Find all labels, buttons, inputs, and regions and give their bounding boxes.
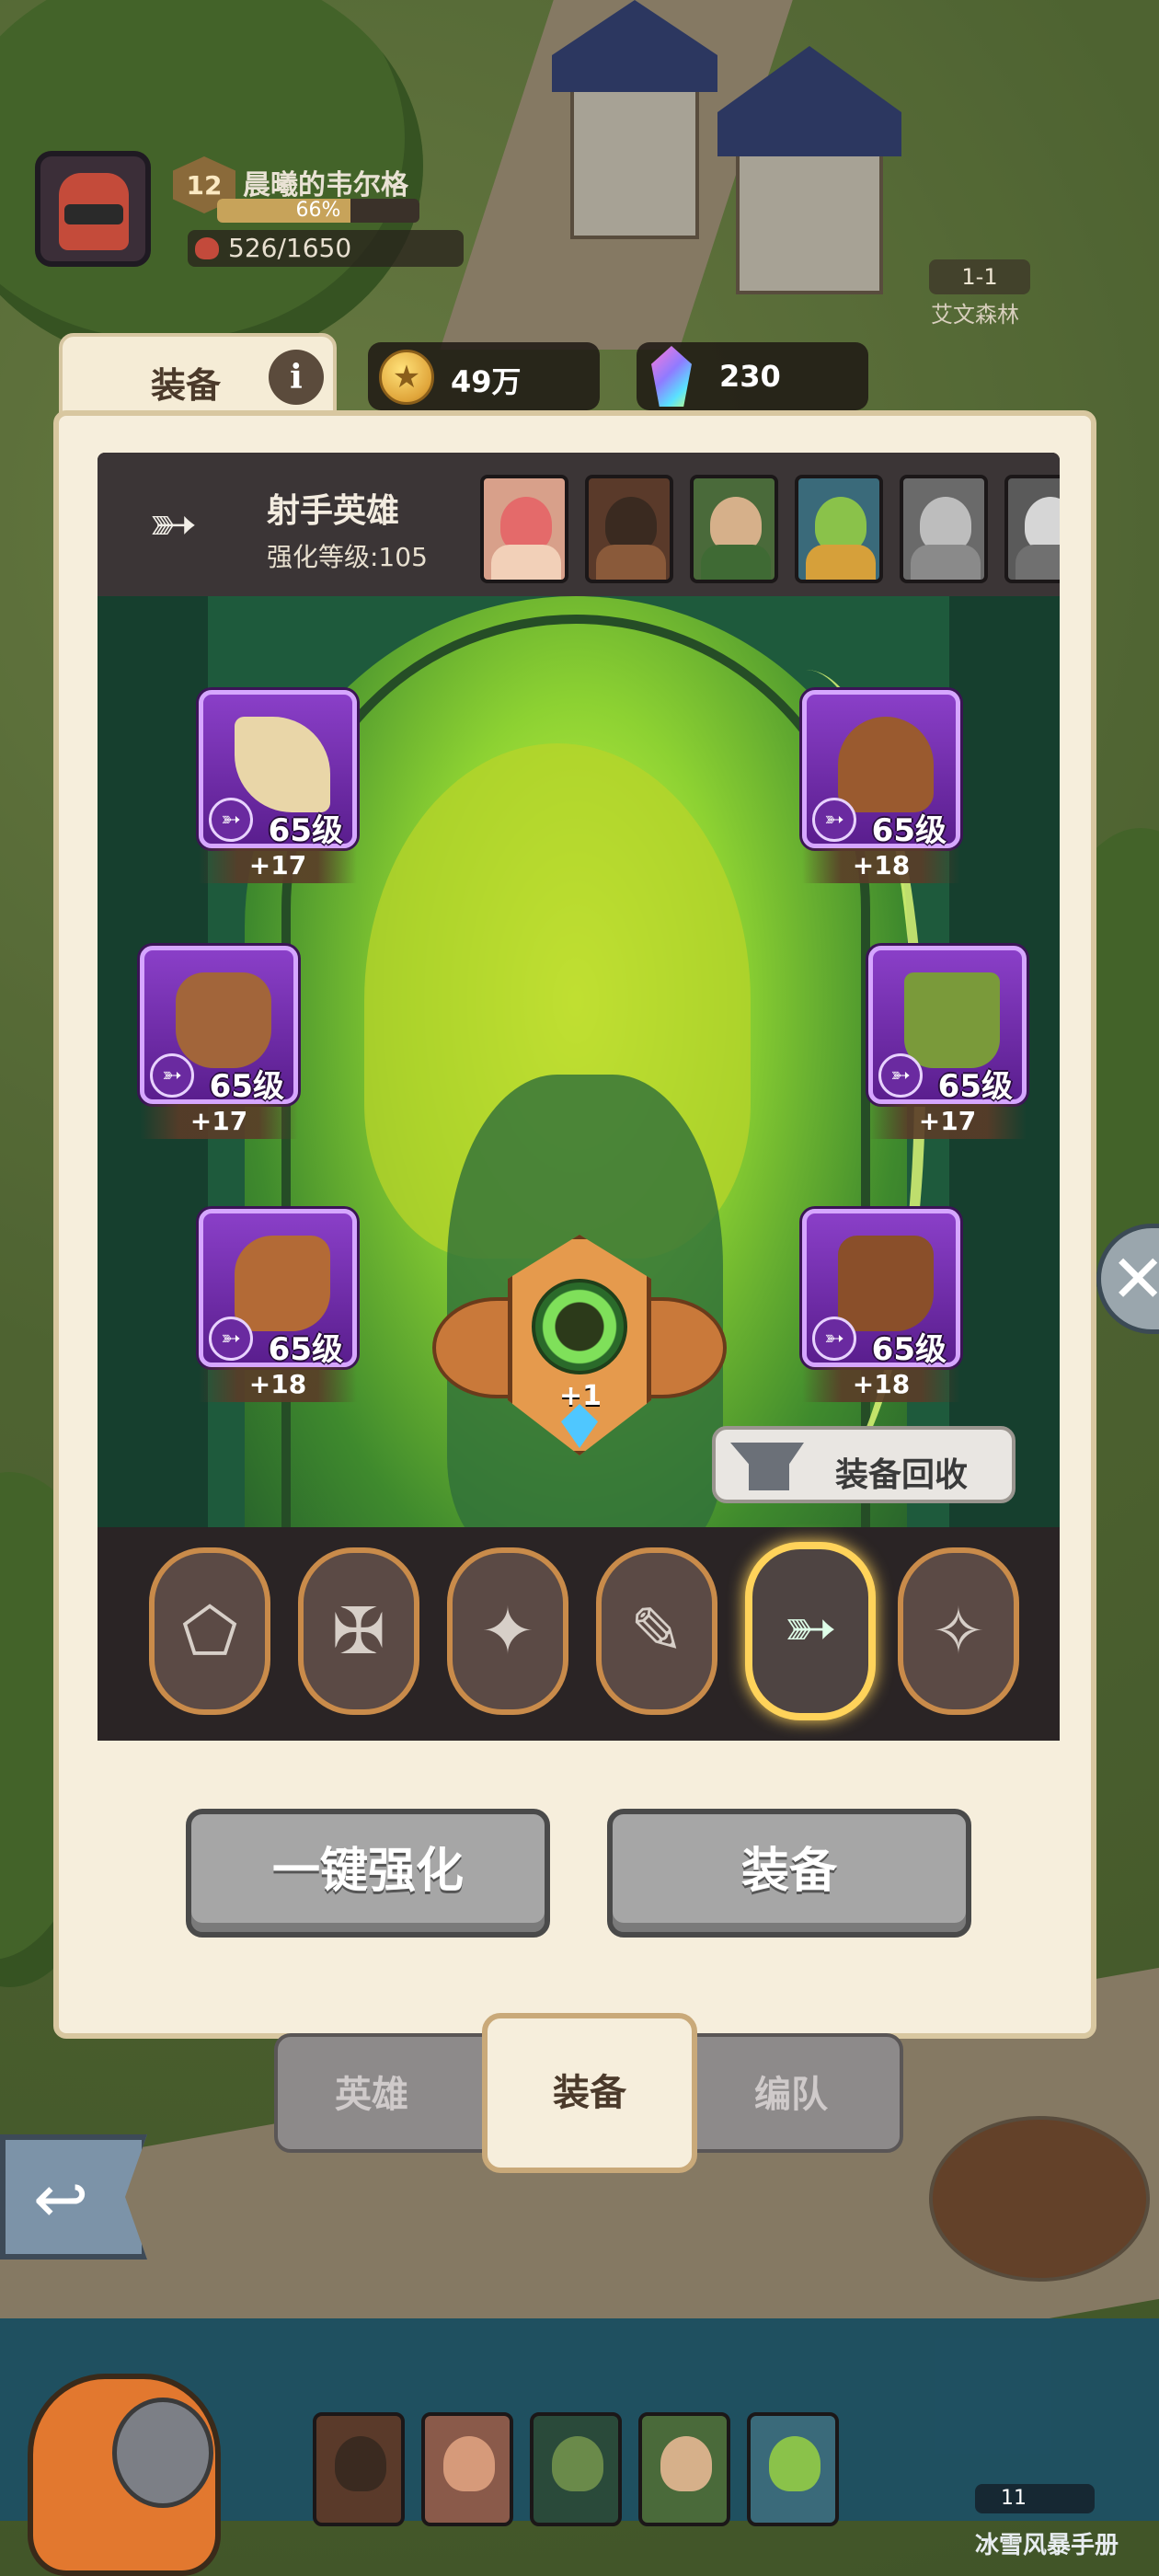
back-arrow-icon: ↩ (33, 2160, 89, 2237)
bottom-tab-bar: 英雄 装备 编队 (274, 2013, 903, 2173)
helmet-icon (112, 2398, 213, 2508)
leaf-armor-icon (176, 972, 271, 1068)
team-hero-5[interactable] (747, 2412, 839, 2526)
hero-portrait-strip (480, 475, 1060, 583)
hero-portrait-3[interactable] (690, 475, 778, 583)
info-icon[interactable]: i (269, 350, 324, 405)
item-level: 65级 (871, 1331, 947, 1368)
archer-class-icon: ➳ (150, 1053, 194, 1098)
filter-axe-icon[interactable]: ✠ (298, 1547, 419, 1715)
item-enhance-plus: +18 (802, 1367, 960, 1402)
hero-class-name: 射手英雄 (267, 492, 400, 530)
team-hero-1[interactable] (313, 2412, 405, 2526)
gold-counter[interactable]: ★ 49万 (368, 342, 600, 410)
gem-counter[interactable]: 230 (637, 342, 868, 410)
hero-portrait-1[interactable] (480, 475, 568, 583)
filter-shield-icon[interactable]: ⬠ (149, 1547, 270, 1715)
enhance-level: 强化等级:105 (267, 542, 428, 572)
archer-class-icon: ➳ (812, 1317, 856, 1361)
filter-bow-icon[interactable]: ➳ (745, 1542, 876, 1720)
item-level: 65级 (937, 1068, 1013, 1105)
archer-class-icon: ➳ (209, 798, 253, 842)
panel-tab-title: 装备 i (59, 333, 337, 418)
item-enhance-plus: +18 (199, 1367, 357, 1402)
filter-shuriken-icon[interactable]: ✦ (447, 1547, 568, 1715)
equip-slot-gloves[interactable]: ➳ 65级 +18 (199, 1209, 357, 1402)
filter-staff-icon[interactable]: ✎ (596, 1547, 717, 1715)
item-enhance-plus: +17 (140, 1104, 298, 1139)
hero-portrait-4[interactable] (795, 475, 883, 583)
item-enhance-plus: +18 (802, 848, 960, 883)
equip-slot-amulet[interactable]: +1 (432, 1224, 727, 1500)
item-level: 65级 (268, 1331, 343, 1368)
equipment-recycle-button[interactable]: 装备回收 (712, 1426, 1016, 1503)
archer-class-icon: ➳ (148, 490, 198, 558)
equip-slot-boots[interactable]: ➳ 65级 +18 (802, 1209, 960, 1402)
item-level: 65级 (268, 812, 343, 849)
stamina-counter: 526/1650 (188, 230, 464, 267)
hero-portrait-5[interactable] (900, 475, 988, 583)
stamina-icon (195, 237, 219, 259)
item-level: 65级 (871, 812, 947, 849)
class-filter-row: ⬠ ✠ ✦ ✎ ➳ ✧ (98, 1527, 1060, 1741)
moon-count: 11 (1001, 2487, 1027, 2510)
stage-number[interactable]: 1-1 (929, 259, 1030, 294)
team-hero-4[interactable] (638, 2412, 730, 2526)
item-level: 65级 (209, 1068, 284, 1105)
equip-slot-pants[interactable]: ➳ 65级 +17 (868, 946, 1027, 1139)
player-avatar[interactable] (35, 151, 151, 267)
stage-location: 艾文森林 (931, 302, 1019, 328)
close-icon: ✕ (1110, 1240, 1159, 1317)
panel-title: 装备 (151, 365, 222, 406)
boots-icon (838, 1236, 934, 1331)
emerald-ring-icon (532, 1279, 627, 1374)
recycle-label: 装备回收 (835, 1456, 969, 1494)
handbook-link[interactable]: 冰雪风暴手册 (975, 2526, 1119, 2560)
team-hero-row (313, 2412, 865, 2532)
tab-equipment[interactable]: 装备 (482, 2013, 697, 2173)
hero-portrait-2[interactable] (585, 475, 673, 583)
xp-bar: 66% (217, 199, 419, 223)
xp-percent: 66% (295, 199, 341, 222)
team-hero-3[interactable] (530, 2412, 622, 2526)
equip-slot-helmet[interactable]: ➳ 65级 +18 (802, 690, 960, 883)
back-button[interactable]: ↩ (0, 2134, 147, 2260)
hero-class-header: ➳ 射手英雄 强化等级:105 (98, 453, 1060, 596)
belt-pants-icon (904, 972, 1000, 1068)
hero-portrait-6[interactable] (1004, 475, 1060, 583)
tab-heroes[interactable]: 英雄 (335, 2064, 408, 2118)
enhance-all-button[interactable]: 一键强化 (186, 1809, 550, 1938)
archer-class-icon: ➳ (812, 798, 856, 842)
player-name: 晨曦的韦尔格 (243, 169, 408, 201)
leader-hero-avatar[interactable] (28, 2374, 221, 2576)
feather-arrows-icon (235, 717, 330, 812)
anvil-icon (730, 1443, 804, 1490)
gold-coin-icon: ★ (379, 350, 434, 405)
equip-slot-armor[interactable]: ➳ 65级 +17 (140, 946, 298, 1139)
item-enhance-plus: +17 (199, 848, 357, 883)
moon-counter: 11 (975, 2484, 1095, 2513)
bracer-icon (235, 1236, 330, 1331)
archer-class-icon: ➳ (209, 1317, 253, 1361)
item-enhance-plus: +17 (868, 1104, 1027, 1139)
gold-value: 49万 (451, 364, 522, 399)
tab-formation[interactable]: 编队 (754, 2064, 828, 2118)
gem-value: 230 (719, 359, 781, 394)
archer-class-icon: ➳ (878, 1053, 923, 1098)
crystal-gem-icon (651, 346, 692, 407)
amulet-enhance-plus: +1 (559, 1380, 602, 1412)
leather-helmet-icon (838, 717, 934, 812)
equip-slot-weapon[interactable]: ➳ 65级 +17 (199, 690, 357, 883)
team-hero-2[interactable] (421, 2412, 513, 2526)
filter-healer-icon[interactable]: ✧ (898, 1547, 1019, 1715)
stamina-value: 526/1650 (228, 233, 352, 263)
equip-button[interactable]: 装备 (607, 1809, 971, 1938)
